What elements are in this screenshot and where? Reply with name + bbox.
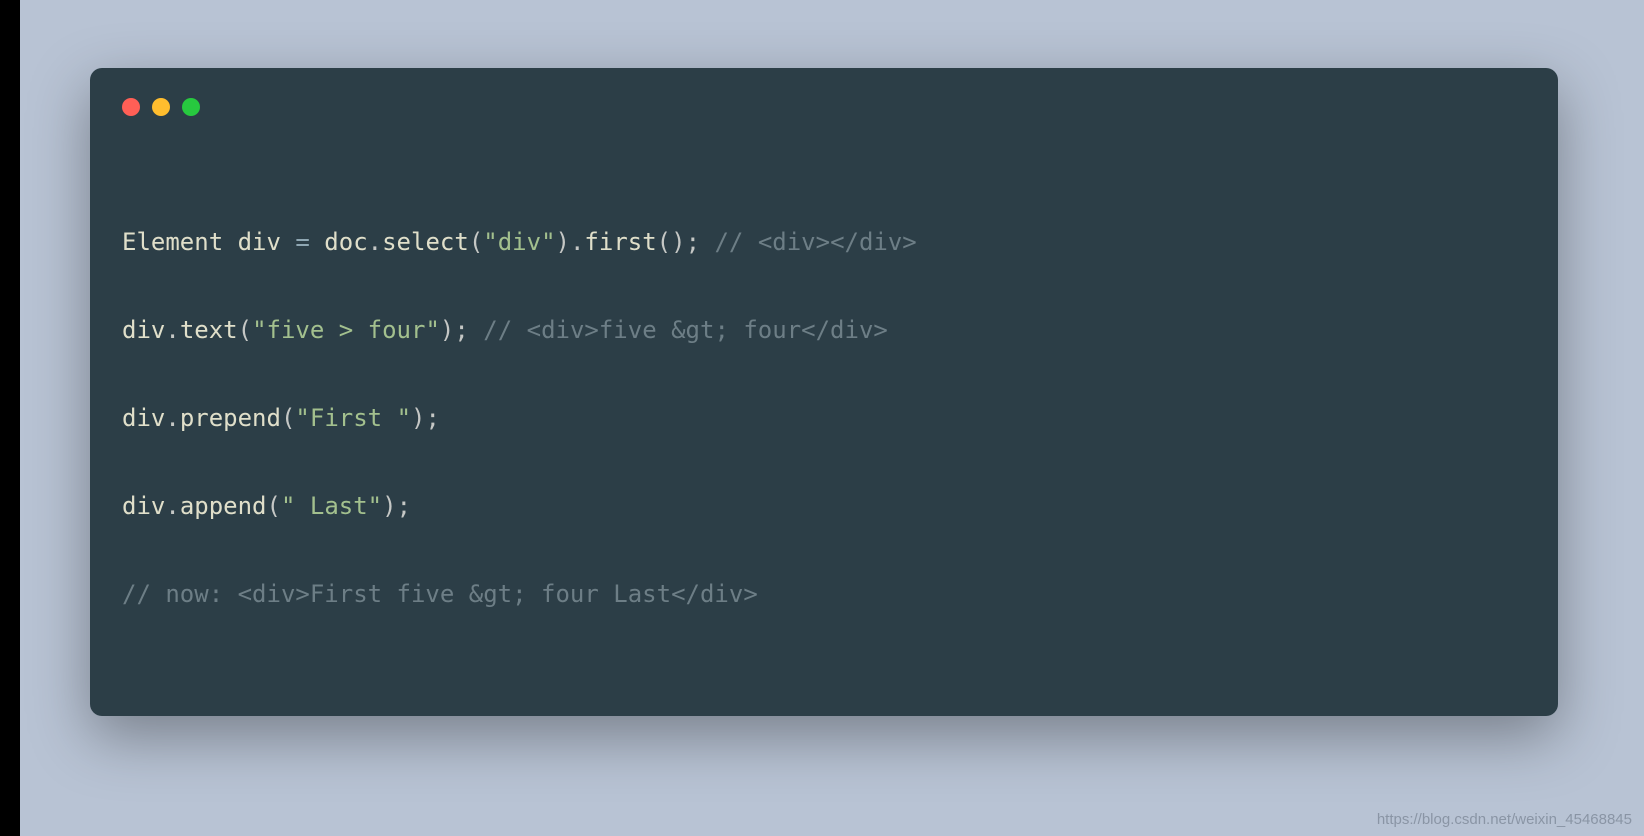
token-punct: ( xyxy=(238,316,252,344)
code-content: Element div = doc.select("div").first();… xyxy=(122,176,1526,704)
token-method: first xyxy=(584,228,656,256)
code-line-4: div.append(" Last"); xyxy=(122,484,1526,528)
token-identifier: doc xyxy=(324,228,367,256)
token-string: "five > four" xyxy=(252,316,440,344)
minimize-icon[interactable] xyxy=(152,98,170,116)
token-punct: ( xyxy=(469,228,483,256)
window-controls xyxy=(122,98,1526,116)
token-comment: // <div>five &gt; four</div> xyxy=(483,316,888,344)
token-identifier: div xyxy=(122,316,165,344)
token-punct: ). xyxy=(556,228,585,256)
token-method: append xyxy=(180,492,267,520)
token-comment: // <div></div> xyxy=(714,228,916,256)
token-punct: . xyxy=(165,492,179,520)
token-string: " Last" xyxy=(281,492,382,520)
token-operator: = xyxy=(295,228,324,256)
watermark-text: https://blog.csdn.net/weixin_45468845 xyxy=(1377,811,1632,828)
left-sidebar-strip xyxy=(0,0,20,836)
token-method: prepend xyxy=(180,404,281,432)
token-type: Element div xyxy=(122,228,295,256)
token-punct: ( xyxy=(281,404,295,432)
token-punct: . xyxy=(368,228,382,256)
close-icon[interactable] xyxy=(122,98,140,116)
token-method: select xyxy=(382,228,469,256)
token-string: "div" xyxy=(483,228,555,256)
maximize-icon[interactable] xyxy=(182,98,200,116)
token-punct: (); xyxy=(657,228,715,256)
code-line-2: div.text("five > four"); // <div>five &g… xyxy=(122,308,1526,352)
token-identifier: div xyxy=(122,404,165,432)
code-line-3: div.prepend("First "); xyxy=(122,396,1526,440)
token-punct: ); xyxy=(440,316,483,344)
code-line-1: Element div = doc.select("div").first();… xyxy=(122,220,1526,264)
token-comment: // now: <div>First five &gt; four Last</… xyxy=(122,580,758,608)
token-identifier: div xyxy=(122,492,165,520)
code-window: Element div = doc.select("div").first();… xyxy=(90,68,1558,716)
token-punct: ); xyxy=(411,404,440,432)
token-punct: . xyxy=(165,404,179,432)
token-method: text xyxy=(180,316,238,344)
token-string: "First " xyxy=(295,404,411,432)
token-punct: ( xyxy=(267,492,281,520)
code-line-5: // now: <div>First five &gt; four Last</… xyxy=(122,572,1526,616)
token-punct: . xyxy=(165,316,179,344)
token-punct: ); xyxy=(382,492,411,520)
